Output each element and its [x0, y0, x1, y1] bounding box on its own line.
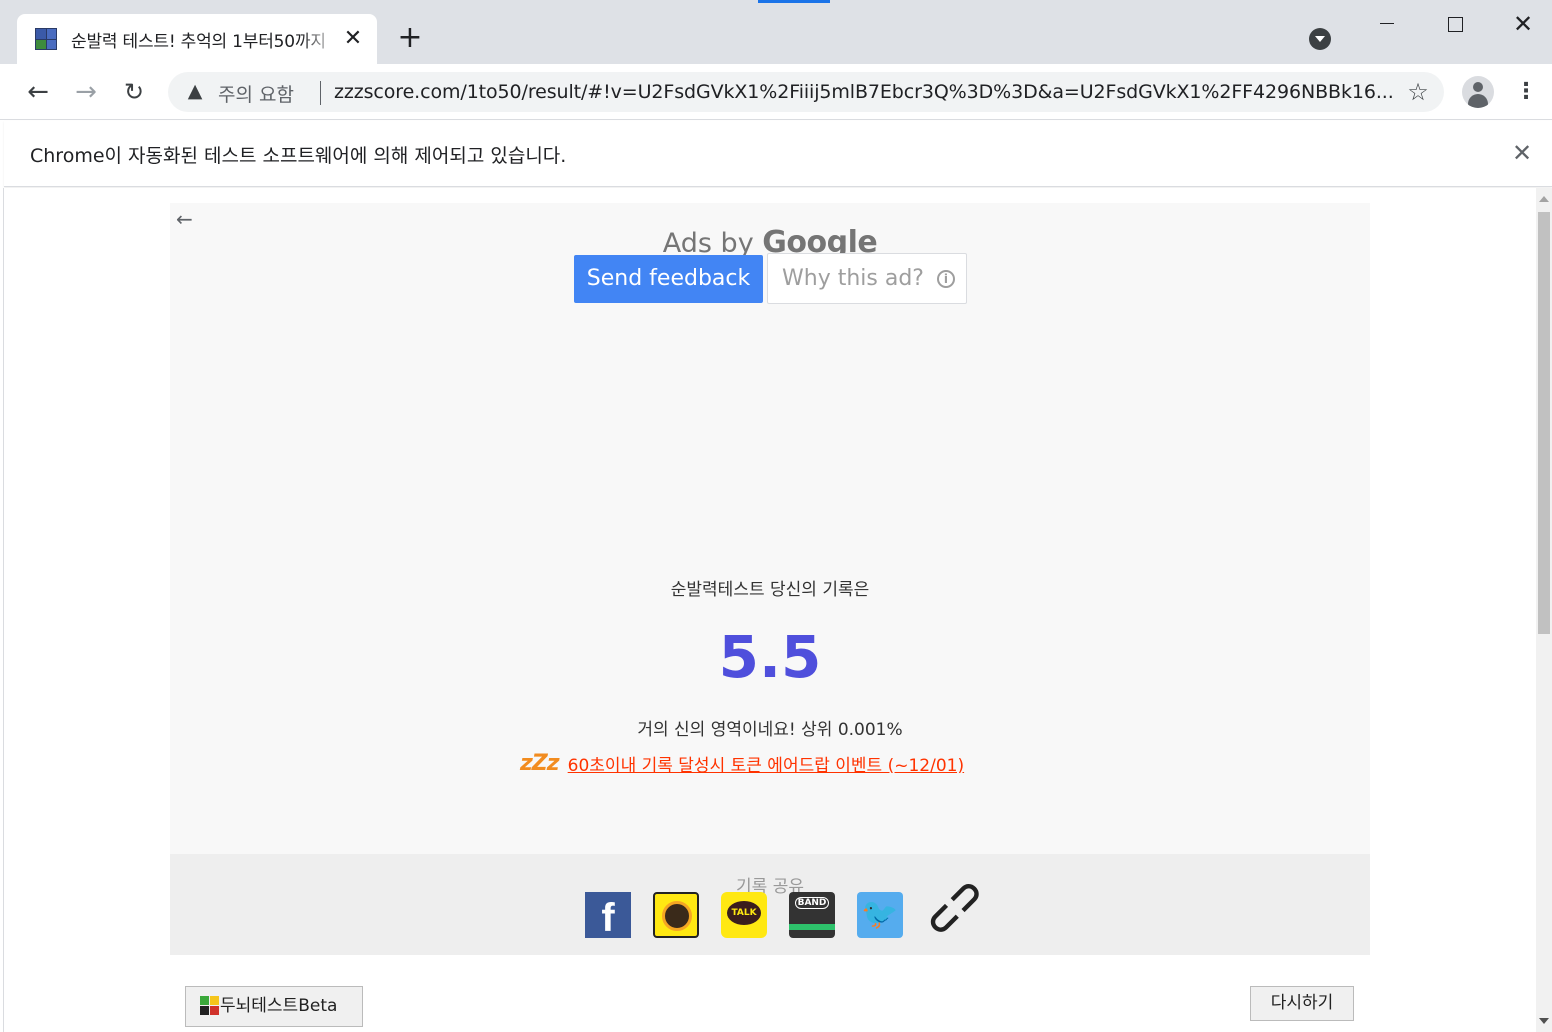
scrollbar-thumb[interactable]: [1538, 212, 1550, 634]
browser-menu-icon[interactable]: ⋮: [1512, 76, 1540, 108]
warning-icon[interactable]: ▲: [184, 80, 206, 102]
window-close-button[interactable]: ✕: [1500, 8, 1546, 40]
share-icons: f TALK BAND 🐦 ⊂⊃: [584, 868, 994, 948]
address-separator: [320, 81, 321, 105]
forward-button[interactable]: →: [68, 74, 104, 110]
brain-test-label: 두뇌테스트Beta: [220, 996, 338, 1016]
infobar-message: Chrome이 자동화된 테스트 소프트웨어에 의해 제어되고 있습니다.: [30, 145, 567, 167]
back-button[interactable]: ←: [20, 74, 56, 110]
retry-button[interactable]: 다시하기: [1250, 986, 1354, 1021]
profile-avatar-icon[interactable]: [1462, 76, 1494, 108]
kakaotalk-label: TALK: [727, 901, 761, 925]
send-feedback-button[interactable]: Send feedback: [574, 255, 763, 303]
brain-test-logo-icon: [200, 996, 220, 1016]
window-minimize-button[interactable]: [1364, 8, 1410, 40]
url-text[interactable]: zzzscore.com/1to50/result/#!v=U2FsdGVkX1…: [334, 81, 1392, 103]
infobar-close-icon[interactable]: ✕: [1508, 139, 1536, 167]
browser-tab-active[interactable]: 순발력 테스트! 추억의 1부터50까지 ✕: [17, 14, 377, 64]
band-label: BAND: [794, 897, 830, 909]
site-favicon-icon: [35, 28, 57, 50]
copy-link-icon[interactable]: ⊂⊃: [914, 868, 994, 948]
address-bar[interactable]: ▲ 주의 요함 zzzscore.com/1to50/result/#!v=U2…: [168, 72, 1444, 112]
info-icon: i: [936, 270, 955, 288]
ad-panel: ← Ads by Google Send feedback Why this a…: [170, 203, 1370, 854]
security-status[interactable]: 주의 요함: [218, 80, 294, 107]
kakaotalk-share-icon[interactable]: TALK: [721, 892, 767, 938]
brain-test-button[interactable]: 두뇌테스트Beta: [185, 986, 363, 1027]
window-maximize-button[interactable]: [1432, 8, 1478, 40]
why-this-ad-label: Why this ad?: [782, 266, 924, 291]
tab-search-button[interactable]: [1309, 28, 1331, 50]
event-banner[interactable]: zZz 60초이내 기록 달성시 토큰 에어드랍 이벤트 (~12/01): [520, 751, 964, 776]
result-label: 순발력테스트 당신의 기록은: [670, 580, 870, 600]
twitter-share-icon[interactable]: 🐦: [857, 892, 903, 938]
result-message: 거의 신의 영역이네요! 상위 0.001%: [637, 720, 903, 740]
zzz-logo-icon: zZz: [520, 751, 560, 776]
page-viewport: ← Ads by Google Send feedback Why this a…: [4, 188, 1536, 1032]
bookmark-star-icon[interactable]: ☆: [1404, 78, 1432, 106]
loading-indicator: [758, 0, 830, 3]
why-this-ad-button[interactable]: Why this ad? i: [767, 253, 967, 304]
tab-title: 순발력 테스트! 추억의 1부터50까지: [71, 32, 326, 52]
page-scrollbar[interactable]: [1536, 188, 1552, 1032]
facebook-share-icon[interactable]: f: [585, 892, 631, 938]
result-score: 5.5: [718, 623, 822, 691]
automation-infobar: Chrome이 자동화된 테스트 소프트웨어에 의해 제어되고 있습니다. ✕: [4, 121, 1552, 187]
browser-toolbar: ← → ↻ ▲ 주의 요함 zzzscore.com/1to50/result/…: [0, 64, 1552, 120]
event-link[interactable]: 60초이내 기록 달성시 토큰 에어드랍 이벤트 (~12/01): [568, 751, 964, 776]
new-tab-button[interactable]: +: [396, 23, 424, 53]
share-panel: 기록 공유 f TALK BAND 🐦 ⊂⊃: [170, 854, 1370, 955]
kakaostory-share-icon[interactable]: [653, 892, 699, 938]
band-share-icon[interactable]: BAND: [789, 892, 835, 938]
scroll-up-arrow-icon[interactable]: [1539, 196, 1549, 202]
reload-button[interactable]: ↻: [116, 74, 152, 110]
scroll-down-arrow-icon[interactable]: [1539, 1018, 1549, 1024]
tab-close-icon[interactable]: ✕: [341, 27, 365, 51]
tab-strip: 순발력 테스트! 추억의 1부터50까지 ✕ + ✕: [0, 0, 1552, 64]
